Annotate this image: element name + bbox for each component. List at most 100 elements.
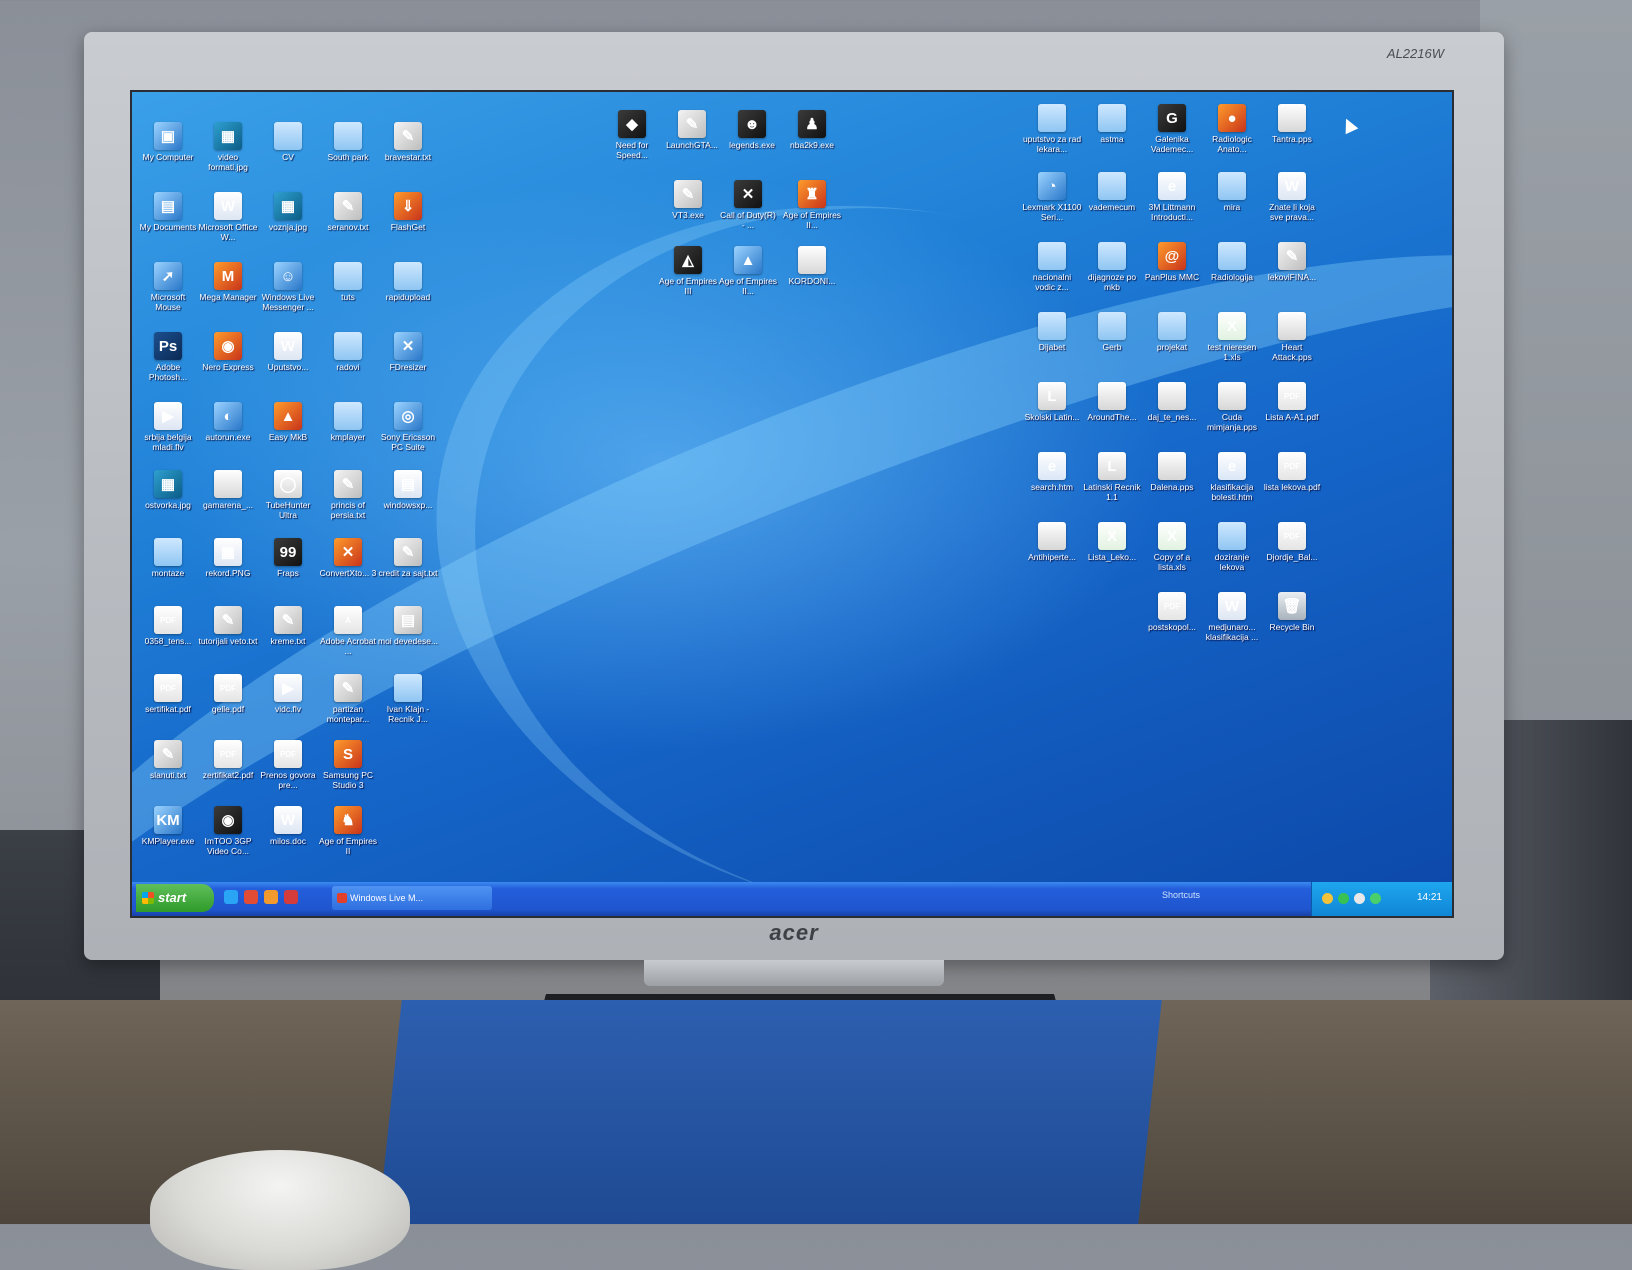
desktop-icon[interactable]: PDF sertifikat.pdf: [138, 674, 198, 714]
desktop-icon[interactable]: ♜ Age of Empires II...: [782, 180, 842, 230]
desktop-icon[interactable]: A Adobe Acrobat ...: [318, 606, 378, 656]
desktop-icon[interactable]: tuts: [318, 262, 378, 302]
quicklaunch-ie-icon[interactable]: [224, 890, 238, 904]
desktop-icon[interactable]: ✕ ConvertXto... 3: [318, 538, 378, 578]
desktop-icon[interactable]: ◉ ImTOO 3GP Video Co...: [198, 806, 258, 856]
quicklaunch-app-icon[interactable]: [244, 890, 258, 904]
desktop-icon[interactable]: ☻ legends.exe: [722, 110, 782, 150]
desktop-icon[interactable]: South park: [318, 122, 378, 162]
desktop-icon[interactable]: ⇓ FlashGet: [378, 192, 438, 232]
desktop-icon[interactable]: PDF 0358_tens...: [138, 606, 198, 646]
desktop-icon[interactable]: ▤ My Documents: [138, 192, 198, 232]
desktop-icon[interactable]: Dijabet: [1022, 312, 1082, 352]
desktop-icon[interactable]: ✎ seranov.txt: [318, 192, 378, 232]
desktop-icon[interactable]: Radiologija: [1202, 242, 1262, 282]
desktop-icon[interactable]: ◉ Nero Express: [198, 332, 258, 372]
desktop-icon[interactable]: astma: [1082, 104, 1142, 144]
tray-icon-2[interactable]: [1338, 893, 1349, 904]
desktop-icon[interactable]: M Mega Manager: [198, 262, 258, 302]
desktop-icon[interactable]: PDF lista lekova.pdf: [1262, 452, 1322, 492]
desktop-icon[interactable]: X Lista_Leko...: [1082, 522, 1142, 562]
desktop-icon[interactable]: e klasifikacija bolesti.htm: [1202, 452, 1262, 502]
desktop-icon[interactable]: ✎ credit za sajt.txt: [378, 538, 438, 578]
desktop-icon[interactable]: ▣ My Computer: [138, 122, 198, 162]
desktop-icon[interactable]: PDF gelle.pdf: [198, 674, 258, 714]
desktop-icon[interactable]: ♞ Age of Empires II: [318, 806, 378, 856]
desktop-icon[interactable]: ▲ Age of Empires II...: [718, 246, 778, 296]
monitor-control-buttons[interactable]: [644, 960, 944, 986]
desktop-icon[interactable]: Ps Adobe Photosh...: [138, 332, 198, 382]
desktop-icon[interactable]: S Samsung PC Studio 3: [318, 740, 378, 790]
desktop-icon[interactable]: ✎ lekoviFINA...: [1262, 242, 1322, 282]
desktop-icon[interactable]: rapidupload: [378, 262, 438, 302]
desktop-icon[interactable]: ✎ LaunchGTA...: [662, 110, 722, 150]
desktop-icon[interactable]: ✎ VT3.exe: [658, 180, 718, 220]
desktop-icon[interactable]: dijagnoze po mkb: [1082, 242, 1142, 292]
desktop-icon[interactable]: @ PanPlus MMC: [1142, 242, 1202, 282]
desktop-icon[interactable]: mira: [1202, 172, 1262, 212]
desktop-icon[interactable]: ✕ FDresizer: [378, 332, 438, 372]
desktop-icon[interactable]: radovi: [318, 332, 378, 372]
desktop-icon[interactable]: L Latinski Recnik 1.1: [1082, 452, 1142, 502]
desktop-icon[interactable]: Ivan Klajn - Recnik J...: [378, 674, 438, 724]
desktop-icon[interactable]: L Skolski Latin...: [1022, 382, 1082, 422]
desktop-icon[interactable]: Antihiperte...: [1022, 522, 1082, 562]
desktop-icon[interactable]: PDF Prenos govora pre...: [258, 740, 318, 790]
quicklaunch-firefox-icon[interactable]: [264, 890, 278, 904]
desktop-icon[interactable]: W Microsoft Office W...: [198, 192, 258, 242]
desktop-icon[interactable]: ▶ srbija belgija mladi.flv: [138, 402, 198, 452]
desktop-icon[interactable]: CV: [258, 122, 318, 162]
desktop-icon[interactable]: ▶ vidc.flv: [258, 674, 318, 714]
desktop-icon[interactable]: ♟ nba2k9.exe: [782, 110, 842, 150]
desktop-icon[interactable]: nacionalni vodic z...: [1022, 242, 1082, 292]
desktop-icon[interactable]: G Galenika Vademec...: [1142, 104, 1202, 154]
desktop-icon[interactable]: Wmilos.doc: [258, 806, 318, 846]
desktop-icon[interactable]: PDF zertifikat2.pdf: [198, 740, 258, 780]
desktop-icon[interactable]: ◯ TubeHunter Ultra: [258, 470, 318, 520]
desktop-icon[interactable]: ▦ ostvorka.jpg: [138, 470, 198, 510]
desktop-icon[interactable]: KORDONI...: [782, 246, 842, 286]
desktop-icon[interactable]: PDF Djordje_Bal...: [1262, 522, 1322, 562]
desktop-icon[interactable]: 🗑 Recycle Bin: [1262, 592, 1322, 632]
desktop-icon[interactable]: ✎ tutorijali veto.txt: [198, 606, 258, 646]
desktop-icon[interactable]: Heart Attack.pps: [1262, 312, 1322, 362]
tray-icon-3[interactable]: [1354, 893, 1365, 904]
desktop-icon[interactable]: ✎ slanuti.txt: [138, 740, 198, 780]
desktop-icon[interactable]: ◆ Need for Speed...: [602, 110, 662, 160]
desktop-icon[interactable]: 99 Fraps: [258, 538, 318, 578]
desktop-icon[interactable]: Xtest nieresen 1.xls: [1202, 312, 1262, 362]
desktop-icon[interactable]: ◐ autorun.exe: [198, 402, 258, 442]
desktop-icon[interactable]: Cuda mimjanja.pps: [1202, 382, 1262, 432]
desktop-icon[interactable]: Dalena.pps: [1142, 452, 1202, 492]
desktop-icon[interactable]: ✎ princis of persia.txt: [318, 470, 378, 520]
tray-icon-4[interactable]: [1370, 893, 1381, 904]
desktop-icon[interactable]: vademecum: [1082, 172, 1142, 212]
desktop-icon[interactable]: W Uputstvo...: [258, 332, 318, 372]
desktop-icon[interactable]: montaze: [138, 538, 198, 578]
desktop-icon[interactable]: ◔ Lexmark X1100 Seri...: [1022, 172, 1082, 222]
desktop-icon[interactable]: KM KMPlayer.exe: [138, 806, 198, 846]
desktop-icon[interactable]: Tantra.pps: [1262, 104, 1322, 144]
desktop-icon[interactable]: doziranje lekova: [1202, 522, 1262, 572]
desktop-icon[interactable]: gamarena_...: [198, 470, 258, 510]
desktop-icon[interactable]: X Copy of a lista.xls: [1142, 522, 1202, 572]
desktop-icon[interactable]: ◎ Sony Ericsson PC Suite: [378, 402, 438, 452]
desktop-icon[interactable]: projekat: [1142, 312, 1202, 352]
quicklaunch-media-icon[interactable]: [284, 890, 298, 904]
shortcuts-toolbar[interactable]: Shortcuts: [1162, 890, 1200, 900]
desktop-icon[interactable]: PDF postskopol...: [1142, 592, 1202, 632]
desktop-icon[interactable]: Wmedjunaro... klasifikacija ...: [1202, 592, 1262, 642]
desktop-icon[interactable]: W Znate li koja sve prava...: [1262, 172, 1322, 222]
desktop-icon[interactable]: ▦ rekord.PNG: [198, 538, 258, 578]
desktop-icon[interactable]: uputstvo za rad lekara...: [1022, 104, 1082, 154]
desktop-icon[interactable]: PDF Lista A-A1.pdf: [1262, 382, 1322, 422]
desktop-icon[interactable]: e search.htm: [1022, 452, 1082, 492]
tray-icon-1[interactable]: [1322, 893, 1333, 904]
desktop-icon[interactable]: ✎ partizan montepar...: [318, 674, 378, 724]
desktop-icon[interactable]: daj_te_nes...: [1142, 382, 1202, 422]
desktop-icon[interactable]: ▦ video formati.jpg: [198, 122, 258, 172]
desktop-icon[interactable]: e 3M Littmann Introducti...: [1142, 172, 1202, 222]
desktop-icon[interactable]: ➚ Microsoft Mouse: [138, 262, 198, 312]
desktop-icon[interactable]: ▲ Easy MkB: [258, 402, 318, 442]
desktop-icon[interactable]: ☺ Windows Live Messenger ...: [258, 262, 318, 312]
